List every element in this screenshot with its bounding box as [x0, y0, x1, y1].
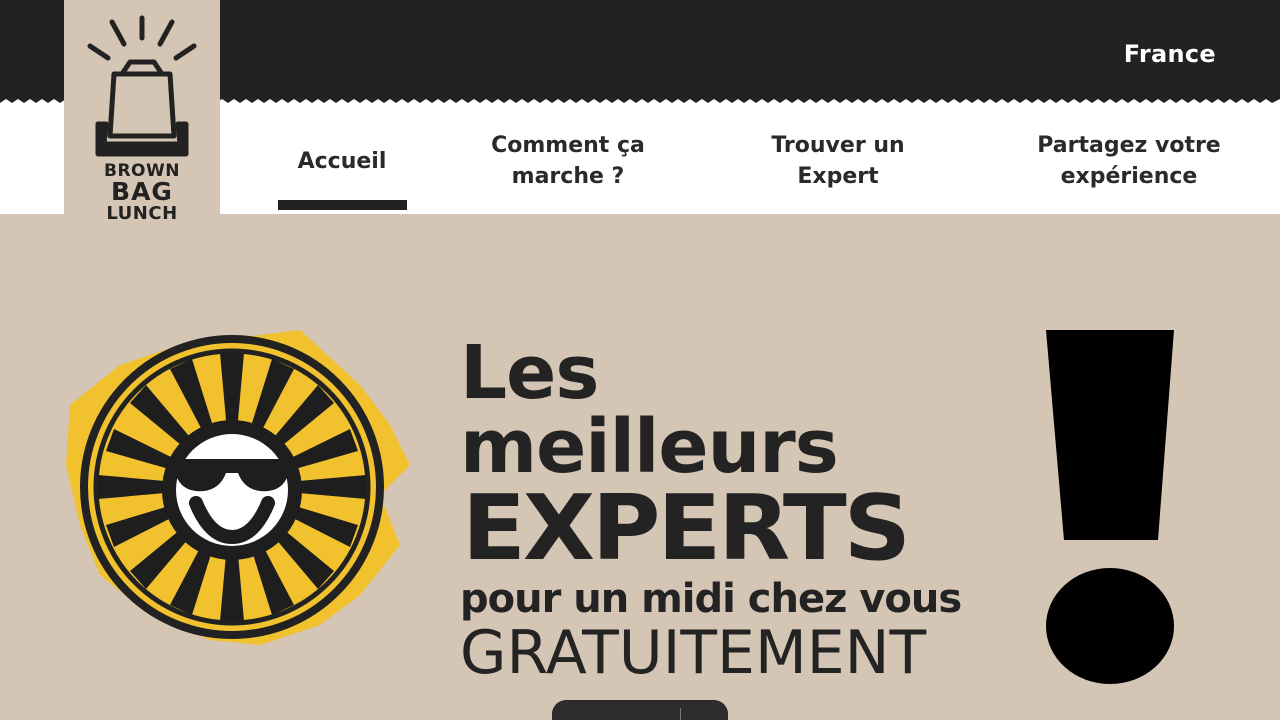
country-selector[interactable]: France	[1124, 40, 1216, 68]
nav-item-accueil[interactable]: Accueil	[282, 146, 402, 177]
nav-item-label-line2: expérience	[1060, 164, 1198, 189]
active-nav-indicator	[278, 200, 407, 210]
brand-logo[interactable]: BROWN BAG LUNCH	[64, 0, 220, 245]
hero-line-midi: pour un midi chez vous	[460, 576, 962, 622]
floating-toolbar[interactable]	[552, 700, 728, 720]
lunch-bag-icon	[87, 15, 197, 157]
exclamation-mark-icon	[1046, 330, 1174, 684]
hero-line-gratuitement: GRATUITEMENT	[460, 618, 927, 688]
nav-item-trouver-un-expert[interactable]: Trouver un Expert	[758, 130, 918, 192]
hero-line-experts: EXPERTS	[462, 476, 911, 581]
nav-item-label-line2: marche ?	[511, 164, 625, 189]
smiley-sunglasses-icon	[66, 330, 410, 645]
toolbar-divider	[680, 708, 681, 720]
nav-item-label-line1: Trouver un	[771, 133, 905, 158]
nav-item-label: Accueil	[297, 149, 387, 174]
logo-text-bag: BAG	[111, 177, 173, 206]
nav-item-label-line1: Partagez votre	[1037, 133, 1221, 158]
nav-item-label-line1: Comment ça	[491, 133, 645, 158]
nav-item-label-line2: Expert	[797, 164, 879, 189]
nav-item-comment-ca-marche[interactable]: Comment ça marche ?	[478, 130, 658, 192]
nav-item-partagez-votre-experience[interactable]: Partagez votre expérience	[1024, 130, 1234, 192]
logo-text-lunch: LUNCH	[106, 203, 178, 224]
